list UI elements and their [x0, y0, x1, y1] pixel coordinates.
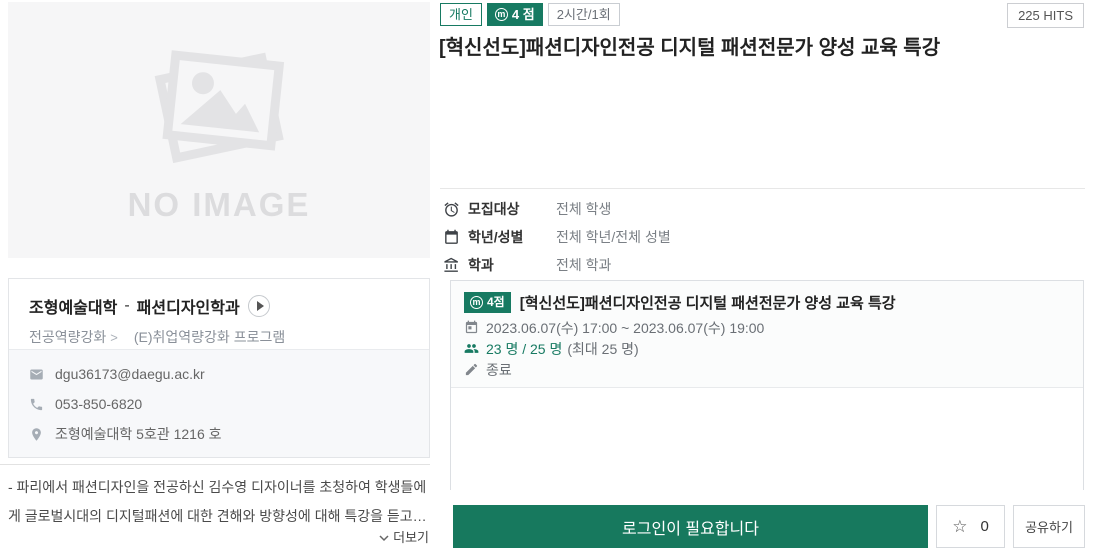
- more-link[interactable]: 더보기: [8, 527, 429, 546]
- badge-mileage: m4 점: [486, 3, 543, 26]
- capacity-max: (최대 25 명): [567, 340, 639, 357]
- contact-section: dgu36173@daegu.ac.kr 053-850-6820 조형예술대학…: [9, 349, 429, 457]
- people-icon: [464, 344, 479, 353]
- program-detail-page: NO IMAGE 개인 m4 점 2시간/1회 225 HITS [혁신선도]패…: [0, 0, 1095, 552]
- chevron-down-icon: [379, 535, 389, 542]
- bank-icon: [444, 257, 458, 272]
- info-value: 전체 학생: [556, 201, 612, 217]
- program-thumbnail: NO IMAGE: [8, 2, 430, 258]
- info-section: 모집대상 전체 학생 학년/성별 전체 학년/전체 성별 학과 전체 학과: [443, 198, 671, 282]
- info-value: 전체 학년/전체 성별: [556, 229, 671, 245]
- email-value: dgu36173@daegu.ac.kr: [55, 366, 205, 382]
- contact-email: dgu36173@daegu.ac.kr: [29, 359, 409, 389]
- play-button[interactable]: [247, 295, 270, 317]
- session-date-row: 2023.06.07(수) 17:00 ~ 2023.06.07(수) 19:0…: [464, 317, 1070, 338]
- hits-badge: 225 HITS: [1007, 3, 1084, 28]
- session-title-row: m 4점 [혁신선도]패션디자인전공 디지털 패션전문가 양성 교육 특강: [464, 290, 1070, 314]
- info-label: 학년/성별: [468, 229, 524, 245]
- calendar-icon: [445, 229, 458, 244]
- phone-icon: [30, 398, 43, 410]
- m-circle-icon: m: [494, 8, 508, 21]
- info-row-target: 모집대상 전체 학생: [443, 198, 671, 220]
- session-capacity-row: 23 명 / 25 명 (최대 25 명): [464, 338, 1070, 359]
- location-value: 조형예술대학 5호관 1216 호: [55, 426, 222, 442]
- more-label: 더보기: [393, 530, 429, 545]
- login-button[interactable]: 로그인이 필요합니다: [453, 505, 928, 548]
- page-title: [혁신선도]패션디자인전공 디지털 패션전문가 양성 교육 특강: [439, 37, 941, 59]
- calendar-icon: [465, 320, 478, 334]
- alarm-clock-icon: [444, 201, 459, 217]
- dash-separator: -: [124, 297, 130, 314]
- badge-personal: 개인: [440, 3, 482, 26]
- contact-location: 조형예술대학 5호관 1216 호: [29, 419, 409, 449]
- pen-icon: [465, 363, 478, 376]
- session-mileage-badge: m 4점: [464, 291, 511, 313]
- badge-duration: 2시간/1회: [547, 3, 620, 26]
- department-card-header: 조형예술대학 - 패션디자인학과 전공역량강화 > (E)취업역량강화 프로그램: [9, 279, 429, 349]
- no-image-label: NO IMAGE: [127, 186, 311, 223]
- program-description: - 파리에서 패션디자인을 전공하신 김수영 디자이너를 초청하여 학생들에게 …: [8, 479, 427, 524]
- category-label: 전공역량강화: [29, 329, 107, 345]
- badge-mileage-label: 4 점: [511, 7, 535, 22]
- session-badge-label: 4점: [487, 295, 505, 309]
- info-label: 모집대상: [468, 201, 520, 217]
- program-category-line: 전공역량강화 > (E)취업역량강화 프로그램: [29, 327, 409, 347]
- department-card: 조형예술대학 - 패션디자인학과 전공역량강화 > (E)취업역량강화 프로그램…: [8, 278, 430, 458]
- m-circle-icon: m: [470, 295, 483, 309]
- info-row-grade-gender: 학년/성별 전체 학년/전체 성별: [443, 226, 671, 248]
- session-card-body: [451, 388, 1083, 492]
- star-icon: ☆: [952, 517, 968, 536]
- divider: [0, 464, 430, 465]
- info-value: 전체 학과: [556, 257, 612, 273]
- no-image-photo-icon: [154, 50, 285, 164]
- info-row-department: 학과 전체 학과: [443, 254, 671, 276]
- session-status: 종료: [486, 361, 512, 378]
- program-type-label: (E)취업역량강화 프로그램: [133, 329, 286, 345]
- favorite-button[interactable]: ☆ 0: [936, 505, 1005, 548]
- badge-row: 개인 m4 점 2시간/1회: [440, 3, 620, 26]
- phone-value: 053-850-6820: [55, 396, 143, 412]
- info-label: 학과: [468, 257, 494, 273]
- session-status-row: 종료: [464, 359, 1070, 380]
- department-title-line: 조형예술대학 - 패션디자인학과: [29, 294, 409, 318]
- session-title: [혁신선도]패션디자인전공 디지털 패션전문가 양성 교육 특강: [519, 294, 896, 312]
- session-card[interactable]: m 4점 [혁신선도]패션디자인전공 디지털 패션전문가 양성 교육 특강 202…: [450, 280, 1084, 492]
- session-card-header: m 4점 [혁신선도]패션디자인전공 디지털 패션전문가 양성 교육 특강 202…: [451, 281, 1083, 388]
- college-name: 조형예술대학: [29, 300, 118, 317]
- department-name: 패션디자인학과: [136, 300, 240, 317]
- favorite-count: 0: [980, 518, 989, 535]
- mail-icon: [30, 369, 43, 379]
- capacity-current: 23 명 / 25 명: [486, 340, 563, 357]
- contact-phone: 053-850-6820: [29, 389, 409, 419]
- location-pin-icon: [32, 427, 41, 441]
- session-date: 2023.06.07(수) 17:00 ~ 2023.06.07(수) 19:0…: [486, 319, 765, 336]
- share-button[interactable]: 공유하기: [1013, 505, 1085, 548]
- divider: [440, 188, 1085, 189]
- chevron-right-icon: >: [110, 329, 118, 345]
